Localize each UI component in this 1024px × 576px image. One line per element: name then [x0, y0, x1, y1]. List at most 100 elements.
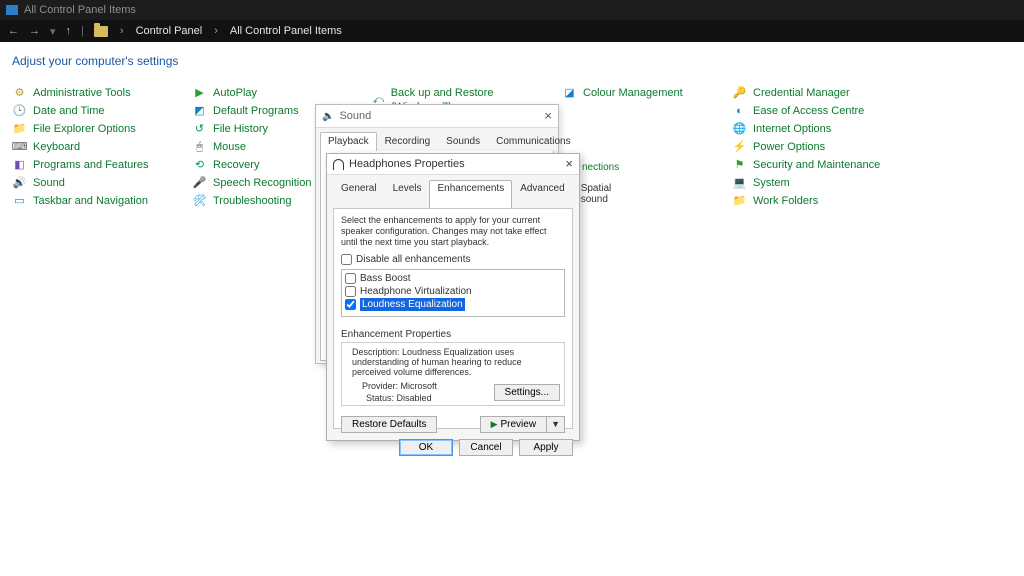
control-panel-icon: [6, 5, 18, 15]
window-titlebar: All Control Panel Items: [0, 0, 1024, 20]
chevron-right-icon: ›: [120, 25, 124, 37]
tab-communications[interactable]: Communications: [488, 132, 578, 151]
troubleshooting-icon: 🛠: [192, 195, 207, 208]
nav-separator: ▾: [50, 25, 56, 38]
settings-button[interactable]: Settings...: [494, 384, 560, 401]
play-icon: ▶: [491, 419, 498, 430]
chevron-right-icon: ›: [214, 25, 218, 37]
default-programs-icon: ◩: [192, 105, 207, 118]
cp-file-explorer-options[interactable]: 📁File Explorer Options: [12, 122, 162, 136]
dialog-buttons: OK Cancel Apply: [327, 435, 579, 456]
folder-icon: 📁: [12, 123, 27, 136]
enhancement-properties-label: Enhancement Properties: [341, 329, 565, 340]
folder-icon: [94, 26, 108, 37]
enhancements-hint: Select the enhancements to apply for you…: [341, 215, 565, 248]
restore-defaults-button[interactable]: Restore Defaults: [341, 416, 437, 433]
cp-security-and-maintenance[interactable]: ⚑Security and Maintenance: [732, 158, 882, 172]
cp-credential-manager[interactable]: 🔑Credential Manager: [732, 86, 882, 100]
hp-body: Select the enhancements to apply for you…: [333, 208, 573, 429]
lower-button-row: Restore Defaults ▶Preview ▼: [341, 416, 565, 433]
hp-close-button[interactable]: ×: [565, 156, 573, 171]
cp-column-5: 🔑Credential Manager ◐Ease of Access Cent…: [732, 86, 882, 208]
enh-bass-boost[interactable]: Bass Boost: [345, 272, 561, 285]
cp-system[interactable]: 💻System: [732, 176, 882, 190]
cp-column-1: ⚙Administrative Tools 🕒Date and Time 📁Fi…: [12, 86, 162, 208]
hp-titlebar[interactable]: Headphones Properties ×: [327, 154, 579, 175]
apply-button[interactable]: Apply: [519, 439, 573, 456]
tab-spatial-sound[interactable]: Spatial sound: [573, 180, 620, 208]
credential-icon: 🔑: [732, 87, 747, 100]
system-icon: 💻: [732, 177, 747, 190]
provider-value: Microsoft: [401, 381, 438, 391]
enh-loudness-equalization[interactable]: Loudness Equalization: [345, 298, 561, 311]
page-heading: Adjust your computer's settings: [12, 54, 1024, 68]
clock-icon: 🕒: [12, 105, 27, 118]
tab-general[interactable]: General: [333, 180, 385, 208]
keyboard-icon: ⌨: [12, 141, 27, 154]
breadcrumb-all-items[interactable]: All Control Panel Items: [230, 25, 342, 37]
hp-window-title: Headphones Properties: [349, 158, 465, 170]
preview-dropdown[interactable]: ▼: [547, 416, 565, 433]
sound-tabs: Playback Recording Sounds Communications: [316, 128, 558, 151]
speaker-icon: 🔊: [12, 177, 27, 190]
disable-all-checkbox[interactable]: [341, 254, 352, 265]
bass-boost-checkbox[interactable]: [345, 273, 356, 284]
preview-button-group: ▶Preview ▼: [480, 416, 565, 433]
tab-levels[interactable]: Levels: [385, 180, 430, 208]
breadcrumb-control-panel[interactable]: Control Panel: [136, 25, 203, 37]
sound-close-button[interactable]: ×: [544, 108, 552, 123]
hp-tabs: General Levels Enhancements Advanced Spa…: [327, 175, 579, 208]
cp-ease-of-access[interactable]: ◐Ease of Access Centre: [732, 104, 882, 118]
nav-separator-2: |: [81, 25, 84, 37]
tab-advanced[interactable]: Advanced: [512, 180, 572, 208]
ok-button[interactable]: OK: [399, 439, 453, 456]
enhancements-list[interactable]: Bass Boost Headphone Virtualization Loud…: [341, 269, 565, 317]
speaker-icon: 🔈: [322, 111, 334, 122]
programs-icon: ◧: [12, 159, 27, 172]
cp-programs-and-features[interactable]: ◧Programs and Features: [12, 158, 162, 172]
mouse-icon: 🖱: [192, 141, 207, 154]
tab-enhancements[interactable]: Enhancements: [429, 180, 512, 208]
tools-icon: ⚙: [12, 87, 27, 100]
ease-of-access-icon: ◐: [732, 105, 747, 118]
cancel-button[interactable]: Cancel: [459, 439, 513, 456]
headphones-properties-window: Headphones Properties × General Levels E…: [326, 153, 580, 441]
cp-autoplay[interactable]: ▶AutoPlay: [192, 86, 342, 100]
address-bar: ← → ▾ ↑ | › Control Panel › All Control …: [0, 20, 1024, 42]
flag-icon: ⚑: [732, 159, 747, 172]
description-line: Description: Loudness Equalization uses …: [352, 347, 558, 377]
colour-icon: ◪: [562, 87, 577, 100]
cp-colour-management[interactable]: ◪Colour Management: [562, 86, 702, 100]
headphones-icon: [333, 159, 344, 170]
sound-window-title: Sound: [339, 110, 371, 122]
sound-window-titlebar[interactable]: 🔈 Sound ×: [316, 105, 558, 128]
status-value: Disabled: [397, 393, 432, 403]
cp-power-options[interactable]: ⚡Power Options: [732, 140, 882, 154]
cp-administrative-tools[interactable]: ⚙Administrative Tools: [12, 86, 162, 100]
cp-sound[interactable]: 🔊Sound: [12, 176, 162, 190]
loudness-equalization-checkbox[interactable]: [345, 299, 356, 310]
preview-button[interactable]: ▶Preview: [480, 416, 548, 433]
enh-headphone-virtualization[interactable]: Headphone Virtualization: [345, 285, 561, 298]
cp-internet-options[interactable]: 🌐Internet Options: [732, 122, 882, 136]
autoplay-icon: ▶: [192, 87, 207, 100]
window-title: All Control Panel Items: [24, 4, 136, 16]
tab-recording[interactable]: Recording: [377, 132, 439, 151]
forward-button[interactable]: →: [29, 25, 40, 37]
microphone-icon: 🎤: [192, 177, 207, 190]
cp-date-and-time[interactable]: 🕒Date and Time: [12, 104, 162, 118]
up-button[interactable]: ↑: [66, 25, 72, 37]
cp-taskbar-and-navigation[interactable]: ▭Taskbar and Navigation: [12, 194, 162, 208]
back-button[interactable]: ←: [8, 25, 19, 37]
tab-playback[interactable]: Playback: [320, 132, 377, 151]
status-label: Status:: [366, 393, 394, 403]
cp-keyboard[interactable]: ⌨Keyboard: [12, 140, 162, 154]
headphone-virtualization-checkbox[interactable]: [345, 286, 356, 297]
cp-network-connections-partial[interactable]: nections: [582, 162, 619, 173]
enhancement-properties-box: Description: Loudness Equalization uses …: [341, 342, 565, 406]
tab-sounds[interactable]: Sounds: [438, 132, 488, 151]
work-folders-icon: 📁: [732, 195, 747, 208]
disable-all-enhancements[interactable]: Disable all enhancements: [341, 254, 565, 265]
cp-work-folders[interactable]: 📁Work Folders: [732, 194, 882, 208]
provider-label: Provider:: [362, 381, 398, 391]
